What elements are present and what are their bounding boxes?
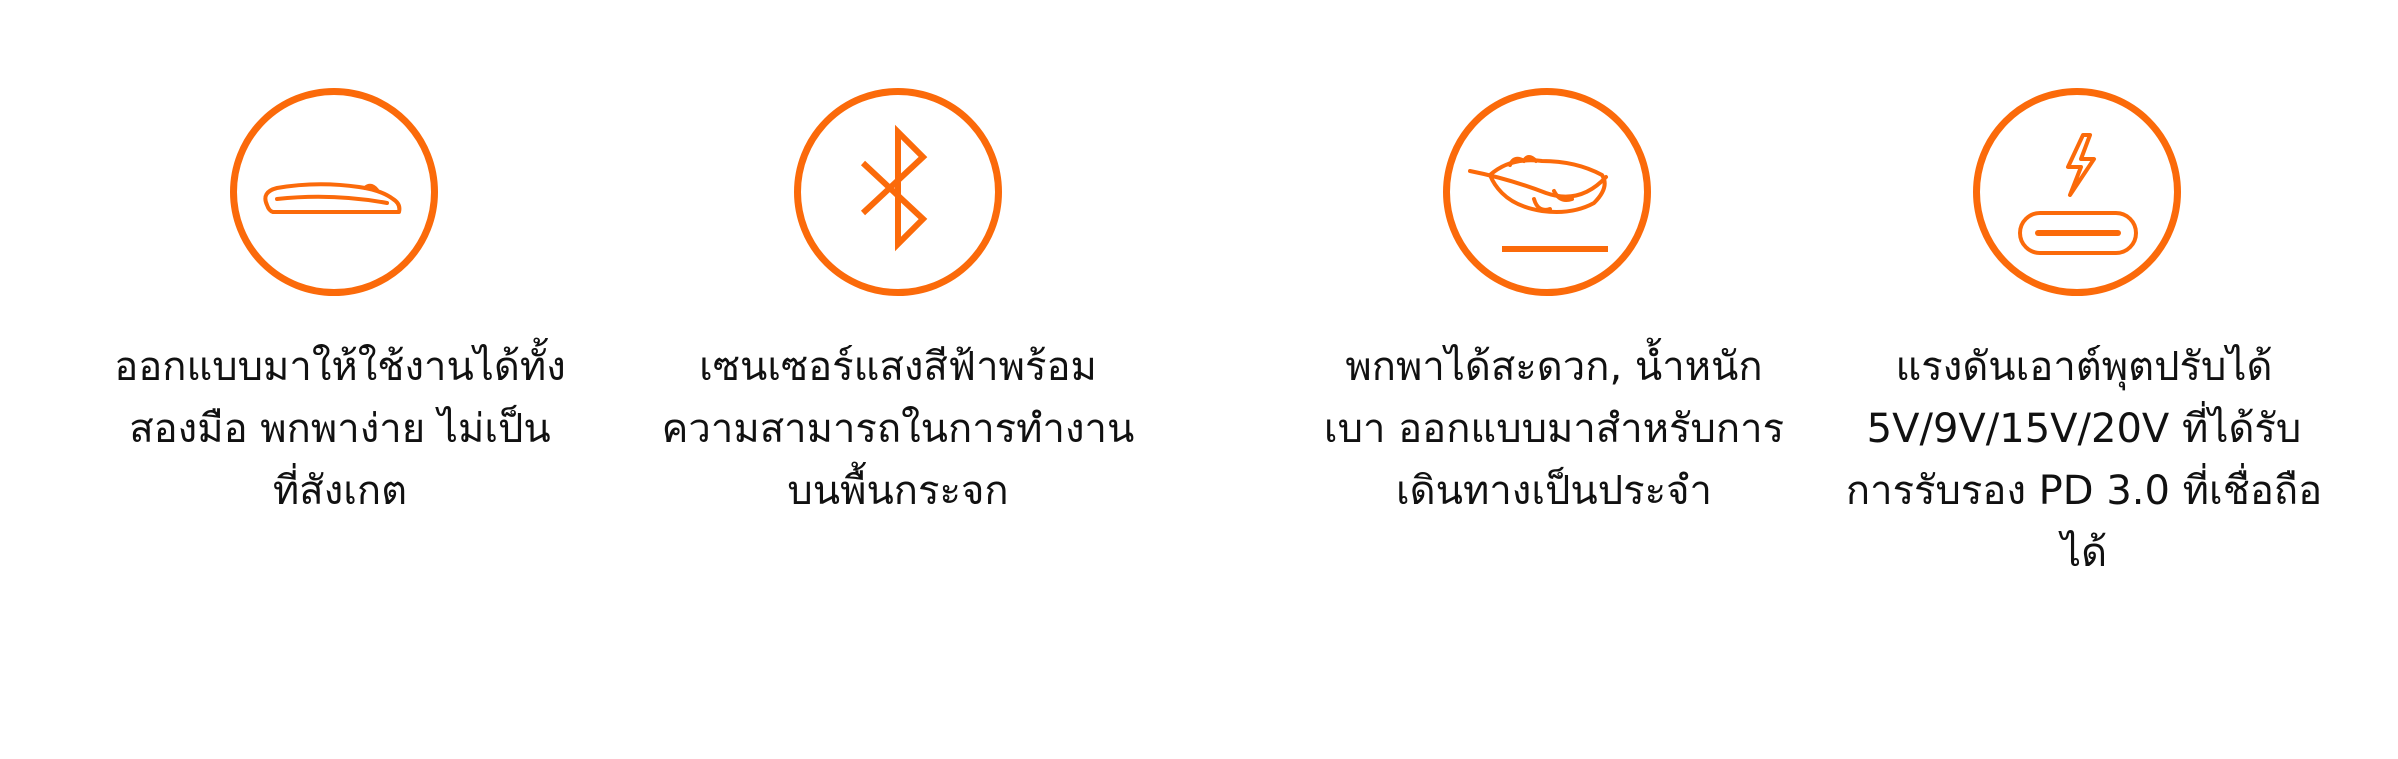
caption-line: พกพาได้สะดวก, น้ำหนัก <box>1345 344 1763 390</box>
feature-lightweight-portable: พกพาได้สะดวก, น้ำหนัก เบา ออกแบบมาสำหรับ… <box>1284 0 1824 759</box>
icon-circle <box>1973 88 2181 296</box>
caption-line: ความสามารถในการทำงาน <box>661 406 1135 452</box>
icon-circle <box>1443 88 1651 296</box>
caption-line: ได้ <box>2060 530 2108 576</box>
caption-line: แรงดันเอาต์พุตปรับได้ <box>1895 344 2273 390</box>
slim-mouse-icon <box>263 182 402 214</box>
caption-line: เดินทางเป็นประจำ <box>1395 468 1712 514</box>
feature-usb-c-pd: แรงดันเอาต์พุตปรับได้ 5V/9V/15V/20V ที่ไ… <box>1814 0 2354 759</box>
feature-caption: เซนเซอร์แสงสีฟ้าพร้อม ความสามารถในการทำง… <box>628 336 1168 522</box>
feature-caption: ออกแบบมาให้ใช้งานได้ทั้ง สองมือ พกพาง่าย… <box>70 336 610 522</box>
caption-line: 5V/9V/15V/20V ที่ได้รับ <box>1866 406 2302 452</box>
caption-line: สองมือ พกพาง่าย ไม่เป็น <box>129 406 551 452</box>
feature-ambidextrous: ออกแบบมาให้ใช้งานได้ทั้ง สองมือ พกพาง่าย… <box>70 0 610 759</box>
icon-circle <box>794 88 1002 296</box>
icon-circle <box>230 88 438 296</box>
feature-caption: พกพาได้สะดวก, น้ำหนัก เบา ออกแบบมาสำหรับ… <box>1284 336 1824 522</box>
caption-line: เซนเซอร์แสงสีฟ้าพร้อม <box>699 344 1097 390</box>
feature-caption: แรงดันเอาต์พุตปรับได้ 5V/9V/15V/20V ที่ไ… <box>1814 336 2354 584</box>
caption-line: บนพื้นกระจก <box>787 468 1009 514</box>
caption-line: ออกแบบมาให้ใช้งานได้ทั้ง <box>114 344 566 390</box>
feather-icon <box>1468 155 1608 252</box>
usb-c-charging-icon <box>2018 133 2138 255</box>
bluetooth-icon <box>860 124 928 252</box>
feature-blue-optical-sensor: เซนเซอร์แสงสีฟ้าพร้อม ความสามารถในการทำง… <box>628 0 1168 759</box>
caption-line: ที่สังเกต <box>272 468 408 514</box>
caption-line: เบา ออกแบบมาสำหรับการ <box>1323 406 1785 452</box>
caption-line: การรับรอง PD 3.0 ที่เชื่อถือ <box>1845 468 2323 514</box>
